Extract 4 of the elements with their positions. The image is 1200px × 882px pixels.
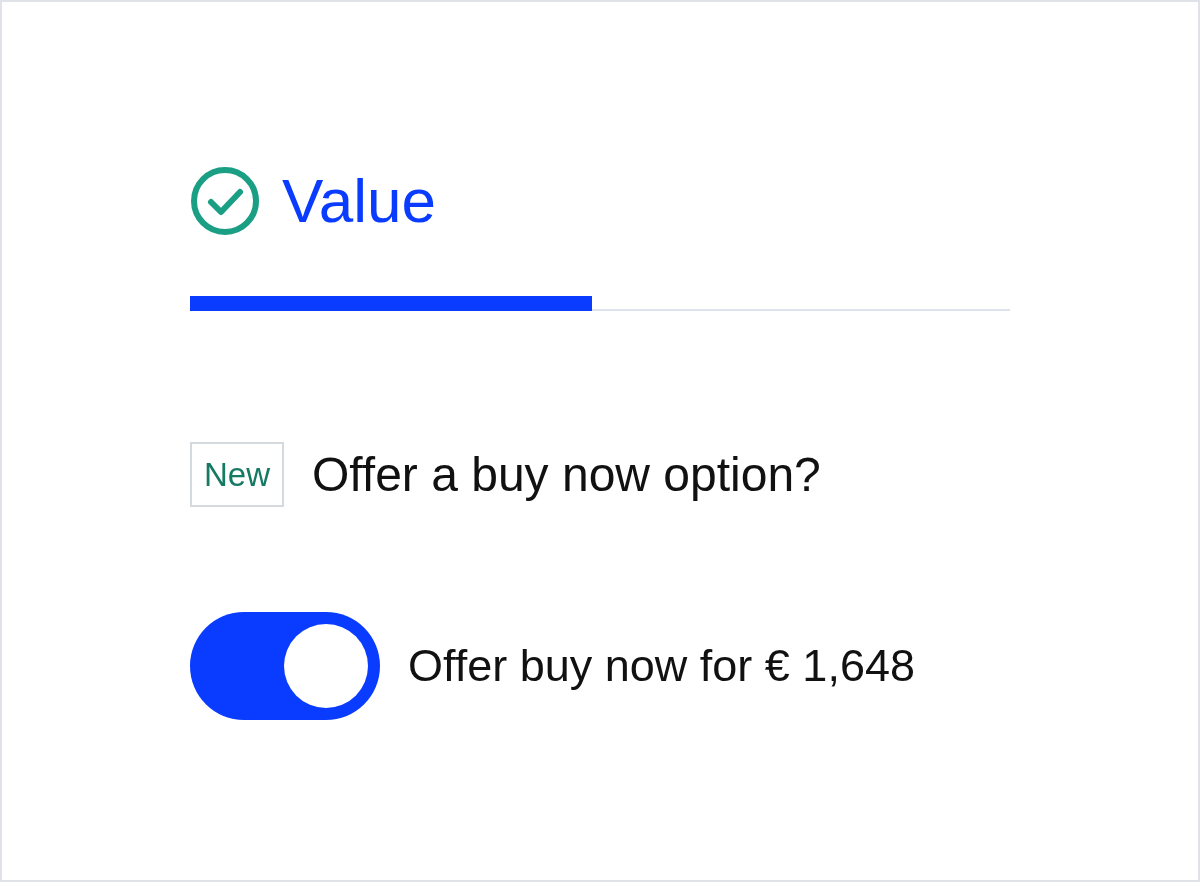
toggle-label: Offer buy now for € 1,648: [408, 640, 915, 692]
new-badge: New: [190, 442, 285, 507]
section-title: Value: [282, 170, 436, 232]
question-text: Offer a buy now option?: [312, 447, 821, 502]
